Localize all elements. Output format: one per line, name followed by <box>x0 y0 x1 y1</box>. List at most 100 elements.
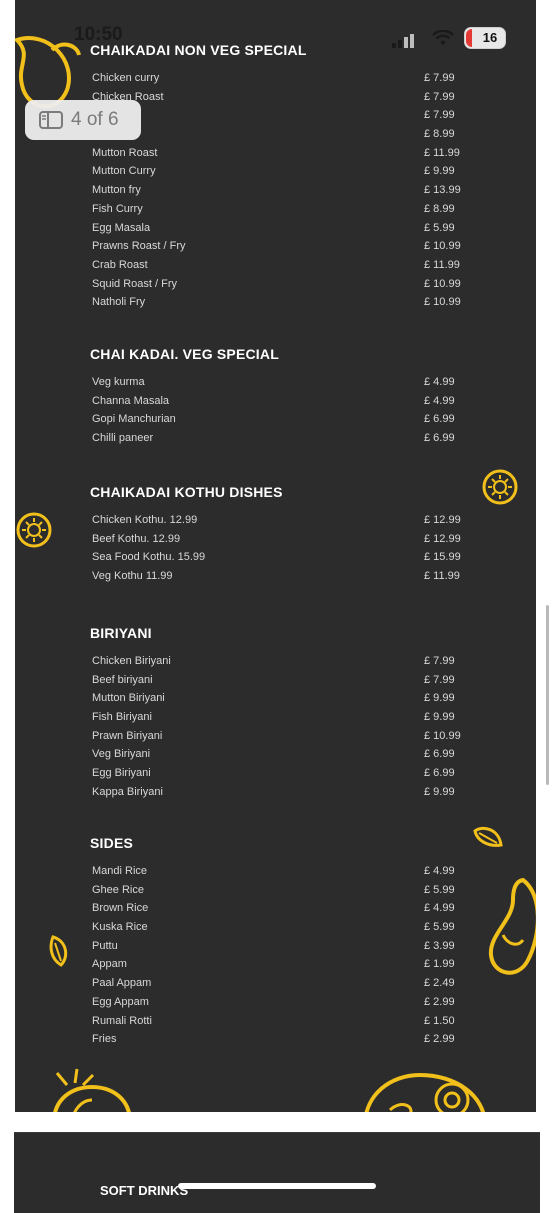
item-name: Chicken Kothu. 12.99 <box>92 514 198 526</box>
item-name: Fish Biriyani <box>92 711 152 724</box>
item-name: Puttu <box>92 939 118 952</box>
leaf-icon <box>49 935 68 967</box>
menu-list-sides: Mandi Rice £ 4.99 Ghee Rice £ 5.99 Brown R… <box>92 862 464 1049</box>
item-price: £ 11.99 <box>424 146 460 159</box>
list-item: Crab Roast £ 11.99 <box>92 256 464 275</box>
list-item: Veg kurma £ 4.99 <box>92 373 464 392</box>
item-price: £ 2.99 <box>424 1033 455 1046</box>
item-price: £ 4.99 <box>424 902 455 915</box>
item-price: £ 10.99 <box>424 729 461 742</box>
list-item: Ghee Rice £ 5.99 <box>92 881 464 900</box>
onion-icon <box>53 1068 131 1112</box>
item-price: £ 9.99 <box>424 165 455 178</box>
list-item: Gopi Manchurian £ 6.99 <box>92 410 464 429</box>
item-name: Prawn Biriyani <box>92 729 163 742</box>
item-price: £ 11.99 <box>424 570 460 583</box>
item-name: Paal Appam <box>92 977 152 990</box>
item-price: £ 6.99 <box>424 432 455 445</box>
item-price: £ 4.99 <box>424 865 455 877</box>
list-item: Appam £ 1.99 <box>92 955 464 974</box>
list-item: Veg Biriyani £ 6.99 <box>92 745 464 764</box>
item-name: Egg Appam <box>92 995 149 1008</box>
item-name: Mandi Rice <box>92 865 148 877</box>
item-name: Rumali Rotti <box>92 1014 152 1027</box>
list-item: Natholi Fry £ 10.99 <box>92 293 464 312</box>
fruit-slice-icon <box>364 1072 485 1112</box>
item-price: £ 8.99 <box>424 128 455 141</box>
item-name: Egg Biriyani <box>92 767 151 780</box>
list-item: Fries £ 2.99 <box>92 1030 464 1049</box>
cellular-signal-icon <box>392 34 414 48</box>
item-name: Mutton Curry <box>92 165 156 178</box>
section-title-soft-drinks: SOFT DRINKS <box>100 1183 189 1198</box>
list-item: Prawn Biriyani £ 10.99 <box>92 727 464 746</box>
list-item: Egg Masala £ 5.99 <box>92 219 464 238</box>
item-price: £ 11.99 <box>424 258 460 271</box>
item-price: £ 4.99 <box>424 376 455 388</box>
list-item: Chicken curry £ 7.99 <box>92 69 464 88</box>
list-item: Beef Kothu. 12.99 £ 12.99 <box>92 530 464 549</box>
section-title-kothu: CHAIKADAI KOTHU DISHES <box>90 484 283 500</box>
gourd-icon <box>488 877 536 975</box>
battery-fill <box>466 29 472 47</box>
list-item: Veg Kothu 11.99 £ 11.99 <box>92 567 464 586</box>
list-item: Channa Masala £ 4.99 <box>92 392 464 411</box>
item-price: £ 2.99 <box>424 995 455 1008</box>
item-price: £ 6.99 <box>424 767 455 780</box>
menu-page: CHAIKADAI NON VEG SPECIAL Chicken curry £… <box>15 0 536 1112</box>
menu-list-veg: Veg kurma £ 4.99 Channa Masala £ 4.99 Gopi… <box>92 373 464 448</box>
list-item: Fish Curry £ 8.99 <box>92 200 464 219</box>
item-name: Veg kurma <box>92 376 145 388</box>
list-item: £ 8.99 <box>92 125 464 144</box>
item-price: £ 7.99 <box>424 109 455 122</box>
item-name: Kuska Rice <box>92 921 148 934</box>
item-price: £ 10.99 <box>424 240 461 253</box>
list-item: Puttu £ 3.99 <box>92 937 464 956</box>
sun-icon <box>16 512 52 548</box>
item-name: Channa Masala <box>92 394 170 407</box>
battery-percent: 16 <box>482 30 498 45</box>
list-item: Squid Roast / Fry £ 10.99 <box>92 275 464 294</box>
list-item: Mutton Biriyani £ 9.99 <box>92 689 464 708</box>
item-name: Mutton fry <box>92 184 141 197</box>
item-price: £ 7.99 <box>424 655 455 667</box>
sidebar-icon <box>39 111 63 129</box>
item-name: Natholi Fry <box>92 296 146 309</box>
list-item: Sea Food Kothu. 15.99 £ 15.99 <box>92 548 464 567</box>
list-item: Brown Rice £ 4.99 <box>92 899 464 918</box>
list-item: Rumali Rotti £ 1.50 <box>92 1012 464 1031</box>
leaf-icon <box>473 826 503 847</box>
item-price: £ 9.99 <box>424 711 455 724</box>
page-indicator-label: 4 of 6 <box>71 109 119 130</box>
page-indicator-button[interactable]: 4 of 6 <box>25 100 141 140</box>
item-price: £ 15.99 <box>424 551 461 564</box>
item-name: Kappa Biriyani <box>92 785 163 798</box>
item-name: Chicken curry <box>92 72 160 84</box>
item-price: £ 9.99 <box>424 785 455 798</box>
list-item: Egg Appam £ 2.99 <box>92 993 464 1012</box>
status-bar: 10:50 16 <box>0 24 554 52</box>
list-item: Chilli paneer £ 6.99 <box>92 429 464 448</box>
item-price: £ 9.99 <box>424 692 455 705</box>
item-name: Mutton Biriyani <box>92 692 165 705</box>
item-price: £ 1.50 <box>424 1014 455 1027</box>
item-price: £ 10.99 <box>424 296 461 309</box>
item-price: £ 7.99 <box>424 72 455 84</box>
item-name: Squid Roast / Fry <box>92 277 177 290</box>
item-price: £ 2.49 <box>424 977 455 990</box>
list-item: £ 7.99 <box>92 106 464 125</box>
item-name: Crab Roast <box>92 258 148 271</box>
list-item: Chicken Biriyani £ 7.99 <box>92 652 464 671</box>
list-item: Chicken Roast £ 7.99 <box>92 88 464 107</box>
item-price: £ 3.99 <box>424 939 455 952</box>
list-item: Fish Biriyani £ 9.99 <box>92 708 464 727</box>
item-name: Egg Masala <box>92 221 151 234</box>
item-price: £ 10.99 <box>424 277 461 290</box>
list-item: Mutton Roast £ 11.99 <box>92 144 464 163</box>
home-indicator[interactable] <box>178 1183 376 1189</box>
scrollbar[interactable] <box>546 605 549 785</box>
menu-list-kothu: Chicken Kothu. 12.99 £ 12.99 Beef Kothu. … <box>92 511 464 586</box>
list-item: Paal Appam £ 2.49 <box>92 974 464 993</box>
list-item: Chicken Kothu. 12.99 £ 12.99 <box>92 511 464 530</box>
item-price: £ 8.99 <box>424 202 455 215</box>
